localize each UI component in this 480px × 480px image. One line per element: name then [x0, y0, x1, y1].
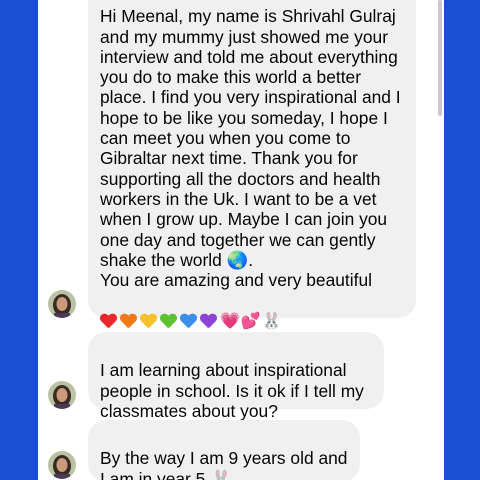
message-text-1: Hi Meenal, my name is Shrivahl Gulraj an…	[100, 6, 401, 291]
heart-emoji-icon	[100, 314, 117, 330]
sender-avatar[interactable]	[48, 381, 76, 409]
heart-emoji-icon	[160, 314, 177, 330]
heart-emoji-icon	[200, 314, 217, 330]
heart-emoji-icon	[120, 314, 137, 330]
sender-avatar[interactable]	[48, 290, 76, 318]
heart-emoji-icon	[140, 314, 157, 330]
heart-emojis	[100, 313, 220, 330]
message-bubble-3[interactable]: By the way I am 9 years old and I am in …	[88, 420, 360, 480]
scrollbar[interactable]	[438, 0, 442, 116]
chat-window: Hi Meenal, my name is Shrivahl Gulraj an…	[38, 0, 444, 480]
message-text-3: By the way I am 9 years old and I am in …	[100, 448, 348, 480]
avatar-image-icon	[48, 290, 76, 318]
message-text-2: I am learning about inspirational people…	[100, 360, 364, 421]
message-bubble-2[interactable]: I am learning about inspirational people…	[88, 332, 384, 421]
message-bubble-1[interactable]: Hi Meenal, my name is Shrivahl Gulraj an…	[88, 0, 416, 330]
avatar-image-icon	[48, 451, 76, 479]
trailing-emoji: 💗💕🐰	[220, 311, 283, 331]
heart-emoji-icon	[180, 314, 197, 330]
avatar-image-icon	[48, 381, 76, 409]
emoji-row: 💗💕🐰	[100, 291, 404, 332]
sender-avatar[interactable]	[48, 451, 76, 479]
